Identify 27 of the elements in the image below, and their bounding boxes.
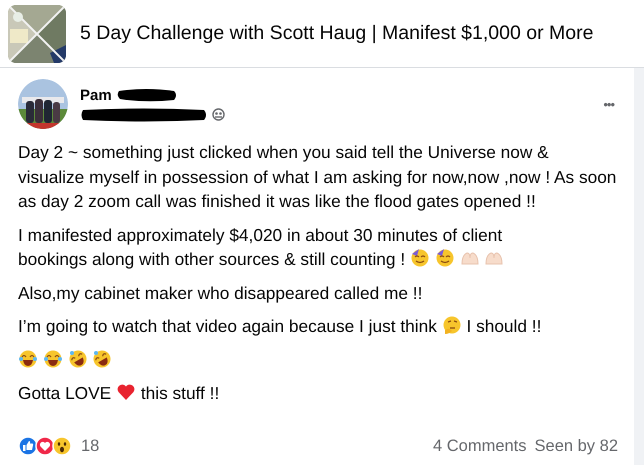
rolling-laughing-face-icon (68, 348, 88, 368)
seen-by-link[interactable]: Seen by 82 (534, 436, 618, 456)
partying-face-icon (434, 248, 455, 268)
scrollbar[interactable] (634, 68, 644, 465)
redaction-mark (116, 88, 178, 102)
partying-face-icon (410, 248, 430, 268)
post-text: this stuff !! (140, 383, 220, 403)
comments-link[interactable]: 4 Comments (432, 436, 527, 456)
post-text: Gotta LOVE (18, 383, 112, 403)
love-reaction-icon (35, 436, 55, 456)
group-title[interactable]: 5 Day Challenge with Scott Haug | Manifest $1,000 or More (80, 22, 594, 45)
post-text: I should !! (466, 316, 542, 336)
post-text: I’m going to watch that video again because I just think (18, 316, 437, 336)
wow-reaction-icon (52, 436, 72, 456)
thinking-face-icon (442, 315, 462, 335)
rolling-laughing-face-icon (92, 348, 112, 368)
laughing-face-icon (18, 348, 38, 368)
post-text: Day 2 ~ something just clicked when you said tell the Universe now & visualize myself in possession of what I am asking for now,now ,now ! As soon as day 2 zoom call was finished it was like the flood gates opened !! (18, 142, 616, 211)
post-text: I manifested approximately $4,020 in about 30 minutes of client (18, 224, 502, 247)
author-name[interactable]: Pam (80, 86, 112, 104)
laughing-face-icon (42, 348, 63, 368)
post-text: bookings along with other sources & still counting ! (18, 249, 406, 269)
reaction-count[interactable]: 18 (81, 436, 425, 456)
like-reaction-icon (18, 436, 38, 456)
more-options-button[interactable]: ••• (599, 92, 618, 116)
heart-icon (116, 382, 136, 402)
post-text: Also,my cabinet maker who disappeared called me !! (18, 282, 422, 302)
